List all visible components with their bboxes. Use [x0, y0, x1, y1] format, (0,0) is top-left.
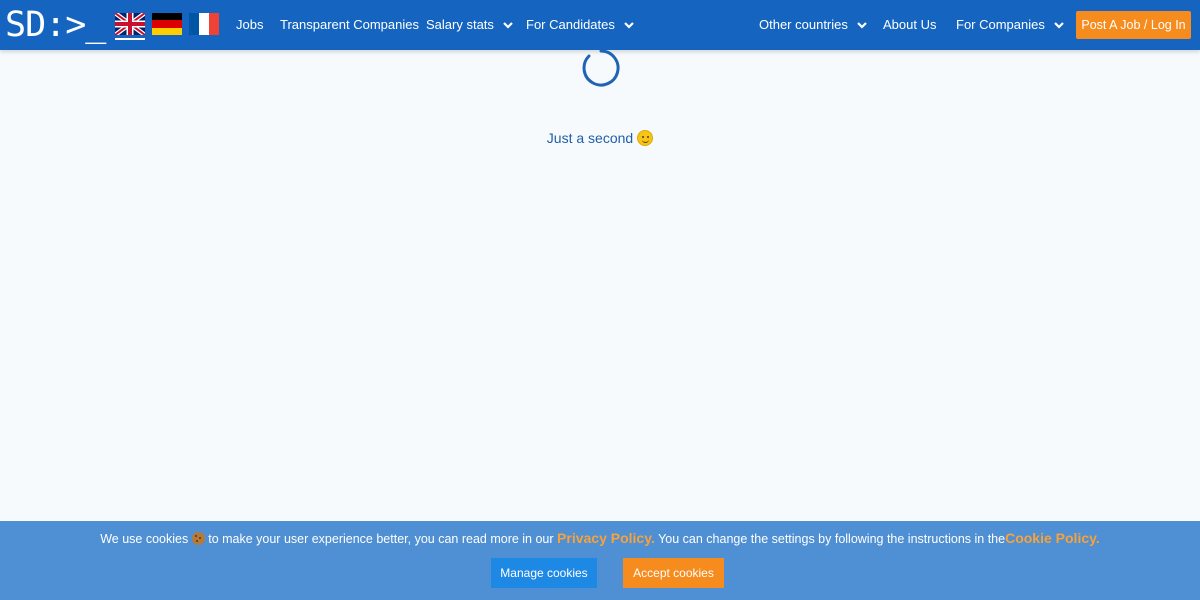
nav-about-us[interactable]: About Us: [883, 0, 936, 50]
nav-for-candidates-label: For Candidates: [526, 17, 615, 32]
nav-about-us-label: About Us: [883, 17, 937, 32]
nav-for-candidates[interactable]: For Candidates: [526, 0, 635, 50]
cookie-text-middle: to make your user experience better, you…: [208, 532, 554, 546]
nav-salary-stats[interactable]: Salary stats: [426, 0, 514, 50]
nav-salary-stats-label: Salary stats: [426, 17, 494, 32]
cookie-text-end: You can change the settings by following…: [658, 532, 1006, 546]
loading-message: Just a second: [0, 128, 1200, 148]
active-language-underline: [115, 38, 145, 40]
nav-for-companies[interactable]: For Companies: [956, 0, 1065, 50]
chevron-down-icon: [857, 22, 867, 29]
nav-other-countries[interactable]: Other countries: [759, 0, 868, 50]
nav-other-countries-label: Other countries: [759, 17, 848, 32]
site-logo[interactable]: SD:>_: [5, 5, 106, 45]
nav-for-companies-label: For Companies: [956, 17, 1045, 32]
cookie-message: We use cookies to make your user experie…: [0, 529, 1200, 548]
nav-transparent-companies-label: Transparent Companies: [280, 17, 419, 32]
cookie-icon: [191, 532, 205, 545]
chevron-down-icon: [624, 22, 634, 29]
nav-jobs-label: Jobs: [236, 17, 264, 32]
post-job-login-button[interactable]: Post A Job / Log In: [1076, 11, 1191, 39]
accept-cookies-button[interactable]: Accept cookies: [623, 558, 724, 588]
cookie-text-start: We use cookies: [100, 532, 189, 546]
cookie-policy-link[interactable]: Cookie Policy.: [1005, 530, 1100, 546]
france-flag-icon[interactable]: [189, 13, 219, 35]
chevron-down-icon: [503, 22, 513, 29]
top-navbar: SD:>_ Jobs Transparent Companies Salary …: [0, 0, 1200, 50]
nav-transparent-companies[interactable]: Transparent Companies: [280, 0, 419, 50]
smiley-icon: [637, 130, 654, 146]
uk-flag-icon[interactable]: [115, 13, 145, 35]
loading-text: Just a second: [546, 130, 634, 146]
privacy-policy-link[interactable]: Privacy Policy.: [557, 530, 655, 546]
germany-flag-icon[interactable]: [152, 13, 182, 35]
cookie-banner: We use cookies to make your user experie…: [0, 521, 1200, 600]
loading-spinner-icon: [582, 49, 620, 87]
nav-jobs[interactable]: Jobs: [236, 0, 263, 50]
manage-cookies-button[interactable]: Manage cookies: [491, 558, 597, 588]
chevron-down-icon: [1054, 22, 1064, 29]
